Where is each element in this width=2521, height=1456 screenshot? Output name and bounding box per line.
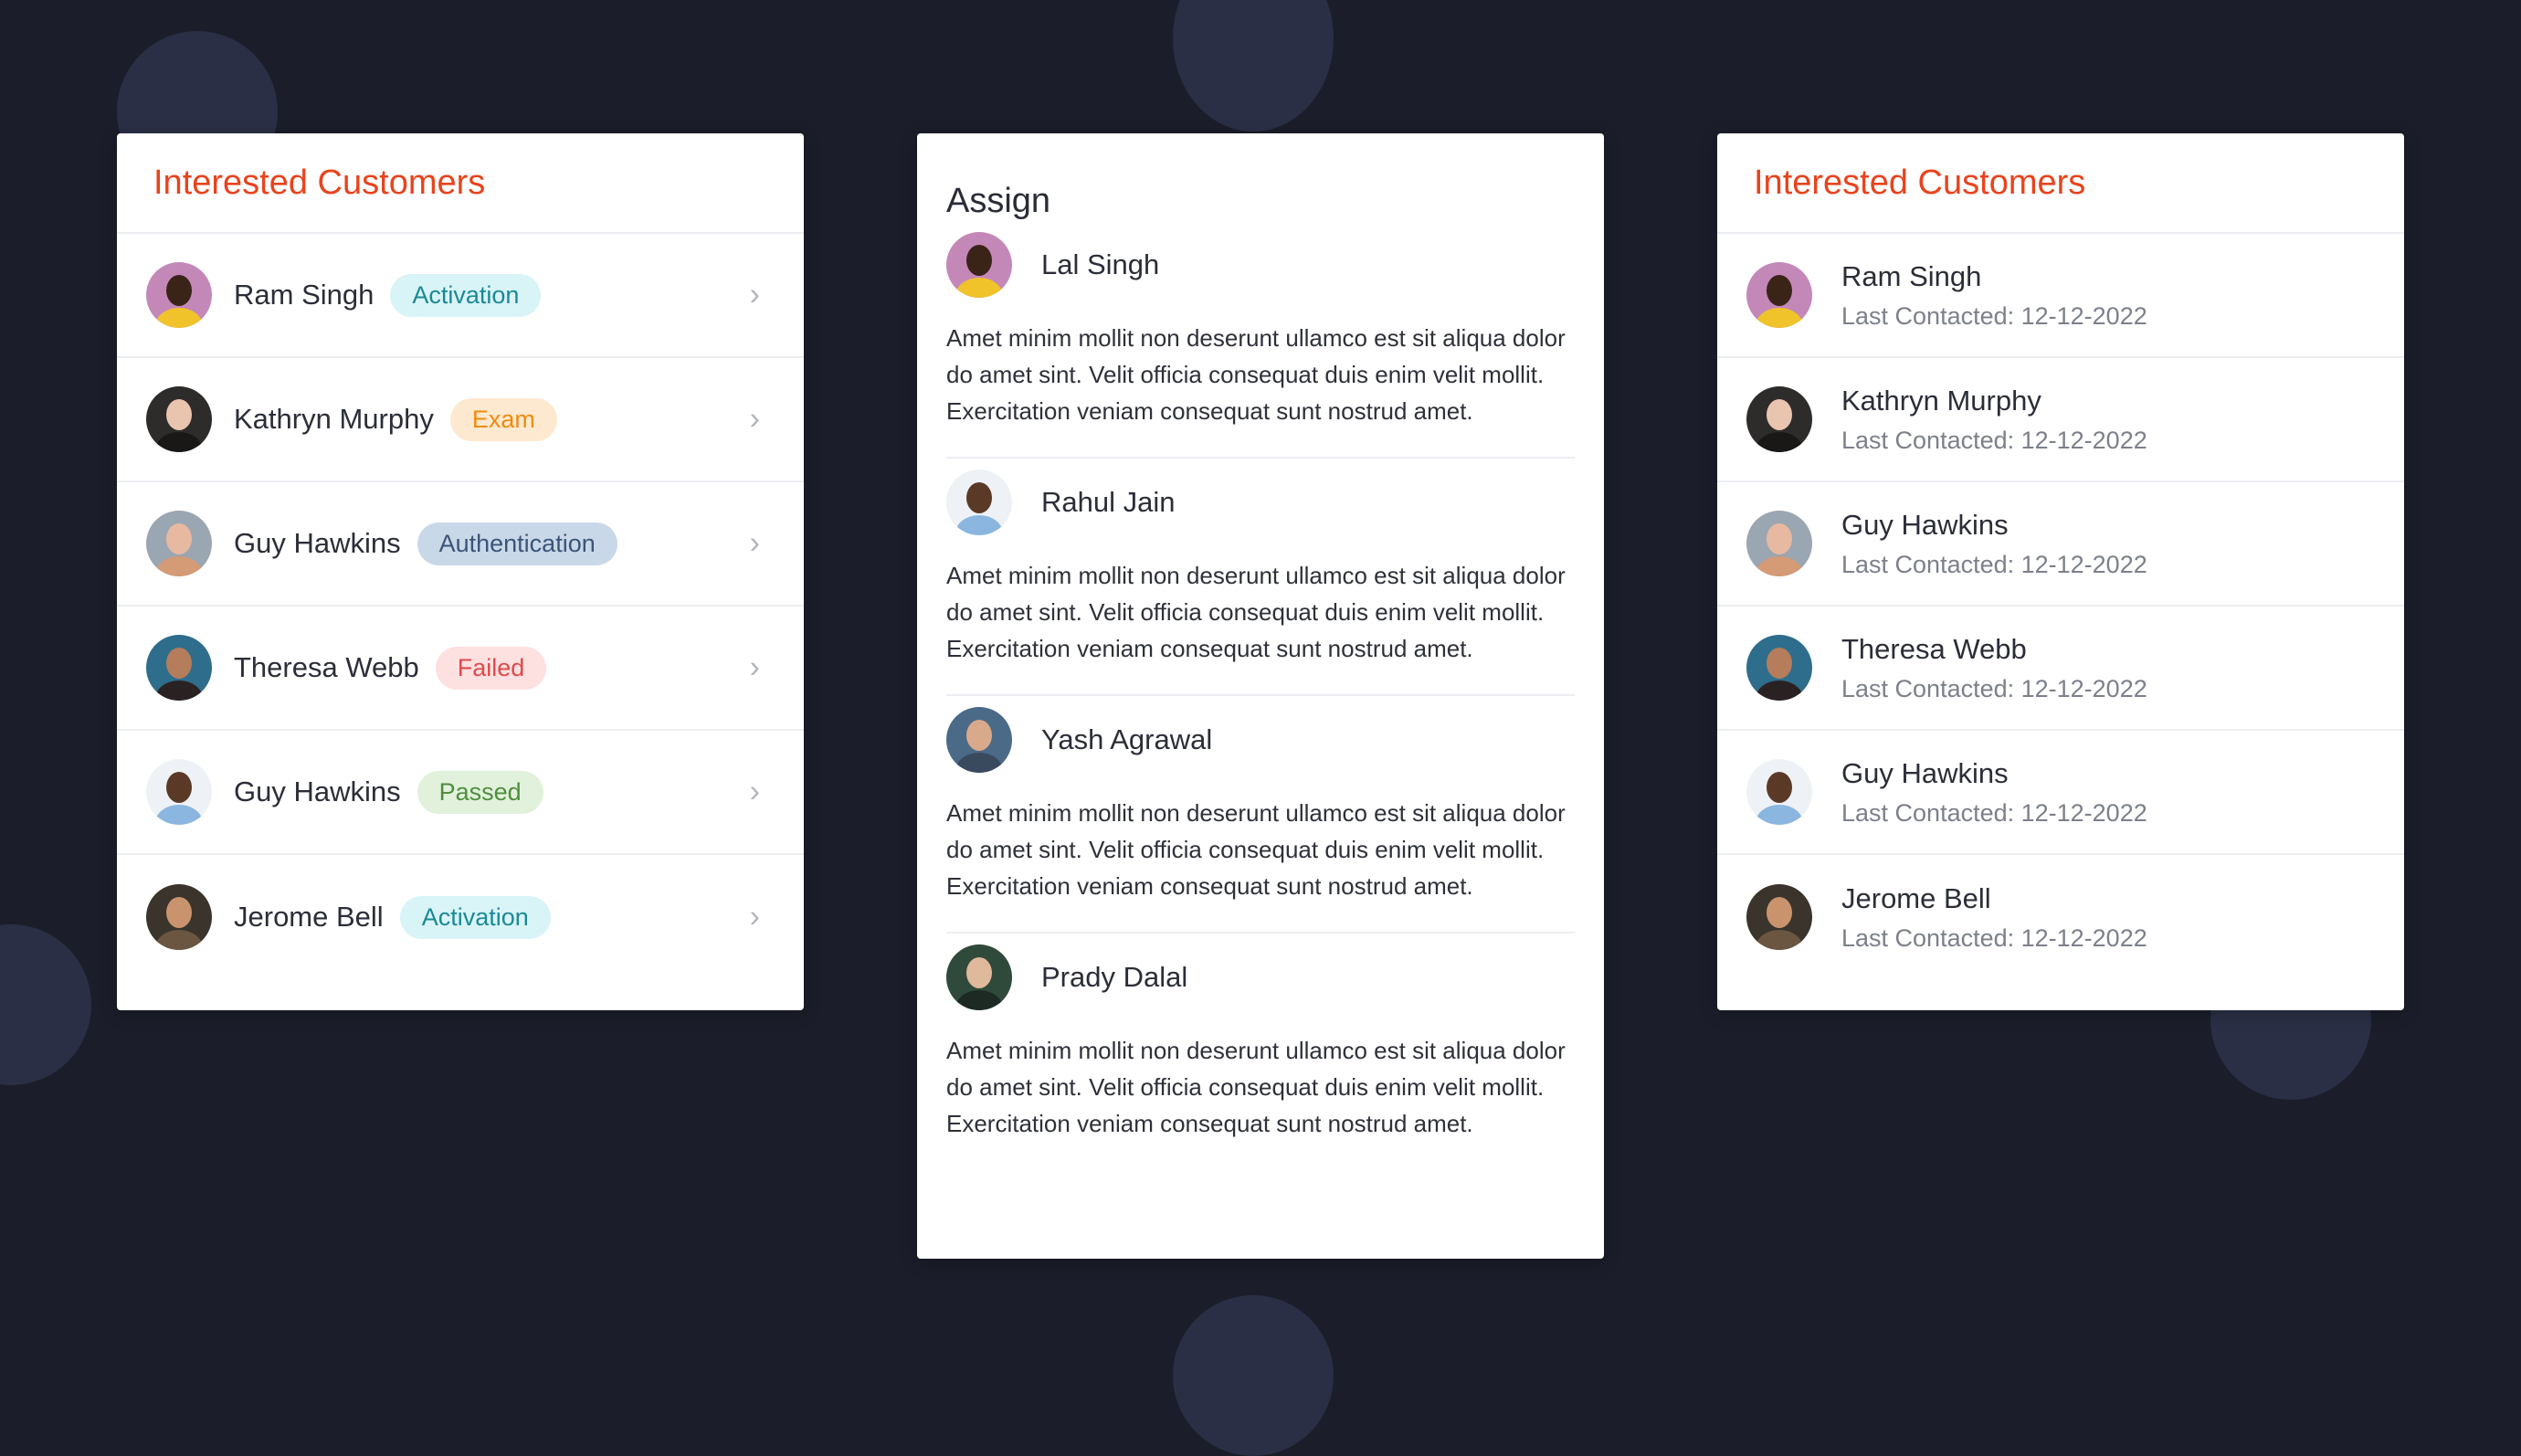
customer-name: Theresa Webb [1841,632,2027,665]
status-badge: Activation [390,273,542,317]
status-badge: Exam [449,397,557,441]
status-badge: Passed [417,770,543,814]
customer-info: Theresa Webb Last Contacted: 12-12-2022 [1841,633,2147,703]
avatar [146,386,212,452]
customer-info: Ram Singh Last Contacted: 12-12-2022 [1841,260,2147,331]
chevron-right-icon[interactable]: › [750,900,760,935]
customer-row[interactable]: Guy Hawkins Authentication › [117,482,804,607]
assign-item: Lal Singh Amet minim mollit non deserunt … [917,230,1604,457]
last-contacted: Last Contacted: 12-12-2022 [1841,674,2147,702]
last-contacted: Last Contacted: 12-12-2022 [1841,426,2147,454]
background-circle [0,924,91,1085]
assign-item-header: Prady Dalal [946,943,1575,1012]
assignee-name: Rahul Jain [1041,486,1176,518]
customer-contact-row[interactable]: Jerome Bell Last Contacted: 12-12-2022 [1717,855,2404,979]
card-title: Interested Customers [1754,163,2086,202]
avatar [1746,884,1812,950]
interested-customers-card: Interested Customers Ram Singh Activation… [117,133,804,1010]
customer-info: Jerome Bell Last Contacted: 12-12-2022 [1841,882,2147,953]
customer-name: Guy Hawkins [234,775,401,807]
assign-description: Amet minim mollit non deserunt ullamco e… [946,799,1566,900]
divider [946,932,1575,934]
assign-card: Assign Lal Singh Amet minim mollit non de… [917,133,1604,1259]
status-badge: Authentication [417,522,617,565]
customer-name: Theresa Webb [234,651,419,683]
avatar [946,232,1012,298]
customer-name: Guy Hawkins [1841,756,2009,789]
chevron-right-icon[interactable]: › [750,526,760,562]
customer-row[interactable]: Jerome Bell Activation › [117,855,804,979]
last-contacted: Last Contacted: 12-12-2022 [1841,301,2147,330]
background-circle [1173,1295,1334,1456]
avatar [146,759,212,825]
customer-contact-row[interactable]: Kathryn Murphy Last Contacted: 12-12-2022 [1717,358,2404,482]
customer-info: Guy Hawkins Last Contacted: 12-12-2022 [1841,509,2147,579]
customer-contact-row[interactable]: Ram Singh Last Contacted: 12-12-2022 [1717,234,2404,358]
card-header: Assign [917,133,1604,221]
avatar [146,511,212,576]
interested-customers-card-contacts: Interested Customers Ram Singh Last Conta… [1717,133,2404,1010]
assignee-name: Lal Singh [1041,248,1160,280]
assign-item-header: Yash Agrawal [946,705,1575,775]
card-header: Interested Customers [1717,133,2404,234]
avatar [1746,759,1812,825]
customer-contact-list: Ram Singh Last Contacted: 12-12-2022 Kathr… [1717,234,2404,979]
avatar [146,262,212,328]
customer-name: Jerome Bell [234,901,384,933]
divider [946,457,1575,459]
customer-contact-row[interactable]: Guy Hawkins Last Contacted: 12-12-2022 [1717,482,2404,607]
assign-item-header: Lal Singh [946,230,1575,300]
chevron-right-icon[interactable]: › [750,402,760,438]
avatar [1746,386,1812,452]
assign-description: Amet minim mollit non deserunt ullamco e… [946,324,1566,425]
customer-name: Ram Singh [234,279,374,311]
assign-list: Lal Singh Amet minim mollit non deserunt … [917,230,1604,1169]
card-title: Assign [946,182,1051,220]
status-badge: Failed [435,646,547,690]
card-header: Interested Customers [117,133,804,234]
avatar [946,470,1012,535]
avatar [946,707,1012,773]
customer-contact-row[interactable]: Theresa Webb Last Contacted: 12-12-2022 [1717,607,2404,731]
last-contacted: Last Contacted: 12-12-2022 [1841,923,2147,952]
assign-item: Rahul Jain Amet minim mollit non deserunt… [917,468,1604,694]
customer-name: Kathryn Murphy [234,403,434,435]
assignee-name: Yash Agrawal [1041,723,1213,755]
customer-name: Kathryn Murphy [1841,384,2041,417]
customer-name: Ram Singh [1841,259,1982,292]
avatar [146,884,212,950]
background-circle [1173,0,1334,132]
customer-contact-row[interactable]: Guy Hawkins Last Contacted: 12-12-2022 [1717,731,2404,855]
status-badge: Activation [399,895,551,939]
chevron-right-icon[interactable]: › [750,278,760,313]
customer-name: Guy Hawkins [1841,508,2009,541]
assign-description: Amet minim mollit non deserunt ullamco e… [946,562,1566,662]
card-title: Interested Customers [153,163,486,202]
assign-item: Yash Agrawal Amet minim mollit non deseru… [917,705,1604,932]
assign-item-header: Rahul Jain [946,468,1575,537]
chevron-right-icon[interactable]: › [750,650,760,686]
avatar [1746,262,1812,328]
avatar [946,944,1012,1010]
assign-item: Prady Dalal Amet minim mollit non deserun… [917,943,1604,1169]
chevron-right-icon[interactable]: › [750,775,760,810]
customer-list: Ram Singh Activation › Kathryn Murphy Exam › G… [117,234,804,979]
assignee-name: Prady Dalal [1041,961,1188,993]
last-contacted: Last Contacted: 12-12-2022 [1841,550,2147,578]
customer-row[interactable]: Theresa Webb Failed › [117,607,804,731]
customer-name: Jerome Bell [1841,881,1991,914]
customer-name: Guy Hawkins [234,527,401,559]
customer-row[interactable]: Guy Hawkins Passed › [117,731,804,855]
customer-row[interactable]: Kathryn Murphy Exam › [117,358,804,482]
customer-info: Kathryn Murphy Last Contacted: 12-12-2022 [1841,385,2147,455]
last-contacted: Last Contacted: 12-12-2022 [1841,798,2147,827]
customer-row[interactable]: Ram Singh Activation › [117,234,804,358]
avatar [1746,511,1812,576]
avatar [1746,635,1812,701]
assign-description: Amet minim mollit non deserunt ullamco e… [946,1037,1566,1137]
customer-info: Guy Hawkins Last Contacted: 12-12-2022 [1841,757,2147,828]
divider [946,694,1575,696]
avatar [146,635,212,701]
